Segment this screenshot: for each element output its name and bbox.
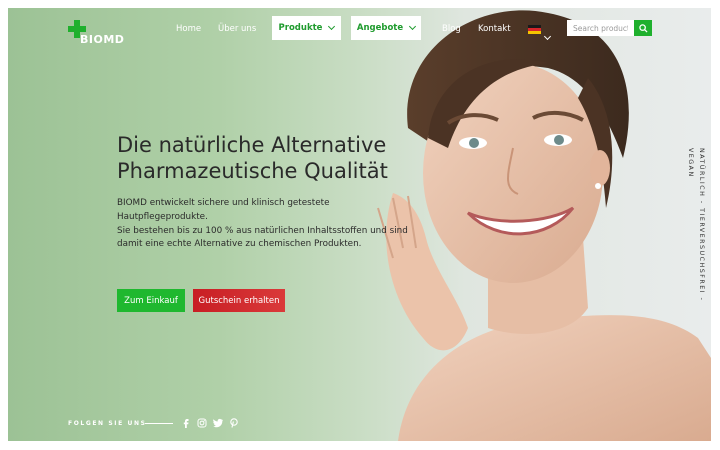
logo-text: BIOMD xyxy=(80,33,125,46)
nav-offers-label: Angebote xyxy=(356,23,404,33)
language-chevron-icon[interactable] xyxy=(541,24,552,43)
nav-home[interactable]: Home xyxy=(176,24,201,34)
description-line: Hautpflegeprodukte. xyxy=(117,211,208,222)
pinterest-icon[interactable] xyxy=(229,418,239,428)
divider-line xyxy=(145,423,173,424)
facebook-icon[interactable] xyxy=(181,418,191,428)
shop-button[interactable]: Zum Einkauf xyxy=(117,289,185,312)
headline-line-2: Pharmazeutische Qualität xyxy=(117,159,388,183)
green-cross-icon xyxy=(68,20,86,38)
search-button[interactable] xyxy=(634,20,652,36)
search-input[interactable] xyxy=(567,20,634,36)
chevron-down-icon xyxy=(409,22,417,31)
instagram-icon[interactable] xyxy=(197,418,207,428)
chevron-down-icon xyxy=(328,22,336,31)
nav-blog[interactable]: Blog xyxy=(442,24,461,34)
follow-us-label: FOLGEN SIE UNS xyxy=(68,420,147,427)
hero-description: BIOMD entwickelt sichere und klinisch ge… xyxy=(117,197,417,252)
hero-headline: Die natürliche Alternative Pharmazeutisc… xyxy=(117,132,388,184)
vertical-tagline: NATÜRLICH - TIERVERSUCHSFREI - VEGAN xyxy=(687,148,705,302)
headline-line-1: Die natürliche Alternative xyxy=(117,133,387,157)
description-line: BIOMD entwickelt sichere und klinisch ge… xyxy=(117,198,330,208)
nav-products-dropdown[interactable]: Produkte xyxy=(272,16,341,40)
get-voucher-button[interactable]: Gutschein erhalten xyxy=(193,289,285,312)
biomd-logo[interactable]: BIOMD xyxy=(68,20,124,46)
nav-offers-dropdown[interactable]: Angebote xyxy=(351,16,421,40)
search-icon xyxy=(638,23,648,33)
nav-contact[interactable]: Kontakt xyxy=(478,24,511,34)
nav-about[interactable]: Über uns xyxy=(218,24,256,34)
twitter-icon[interactable] xyxy=(213,418,223,428)
hero-section: BIOMD Home Über uns Produkte Angebote Bl… xyxy=(8,8,711,441)
description-line: damit eine echte Alternative zu chemisch… xyxy=(117,239,362,250)
nav-products-label: Produkte xyxy=(278,23,323,33)
de-flag-icon[interactable] xyxy=(528,25,541,34)
description-line: Sie bestehen bis zu 100 % aus natürliche… xyxy=(117,225,408,236)
